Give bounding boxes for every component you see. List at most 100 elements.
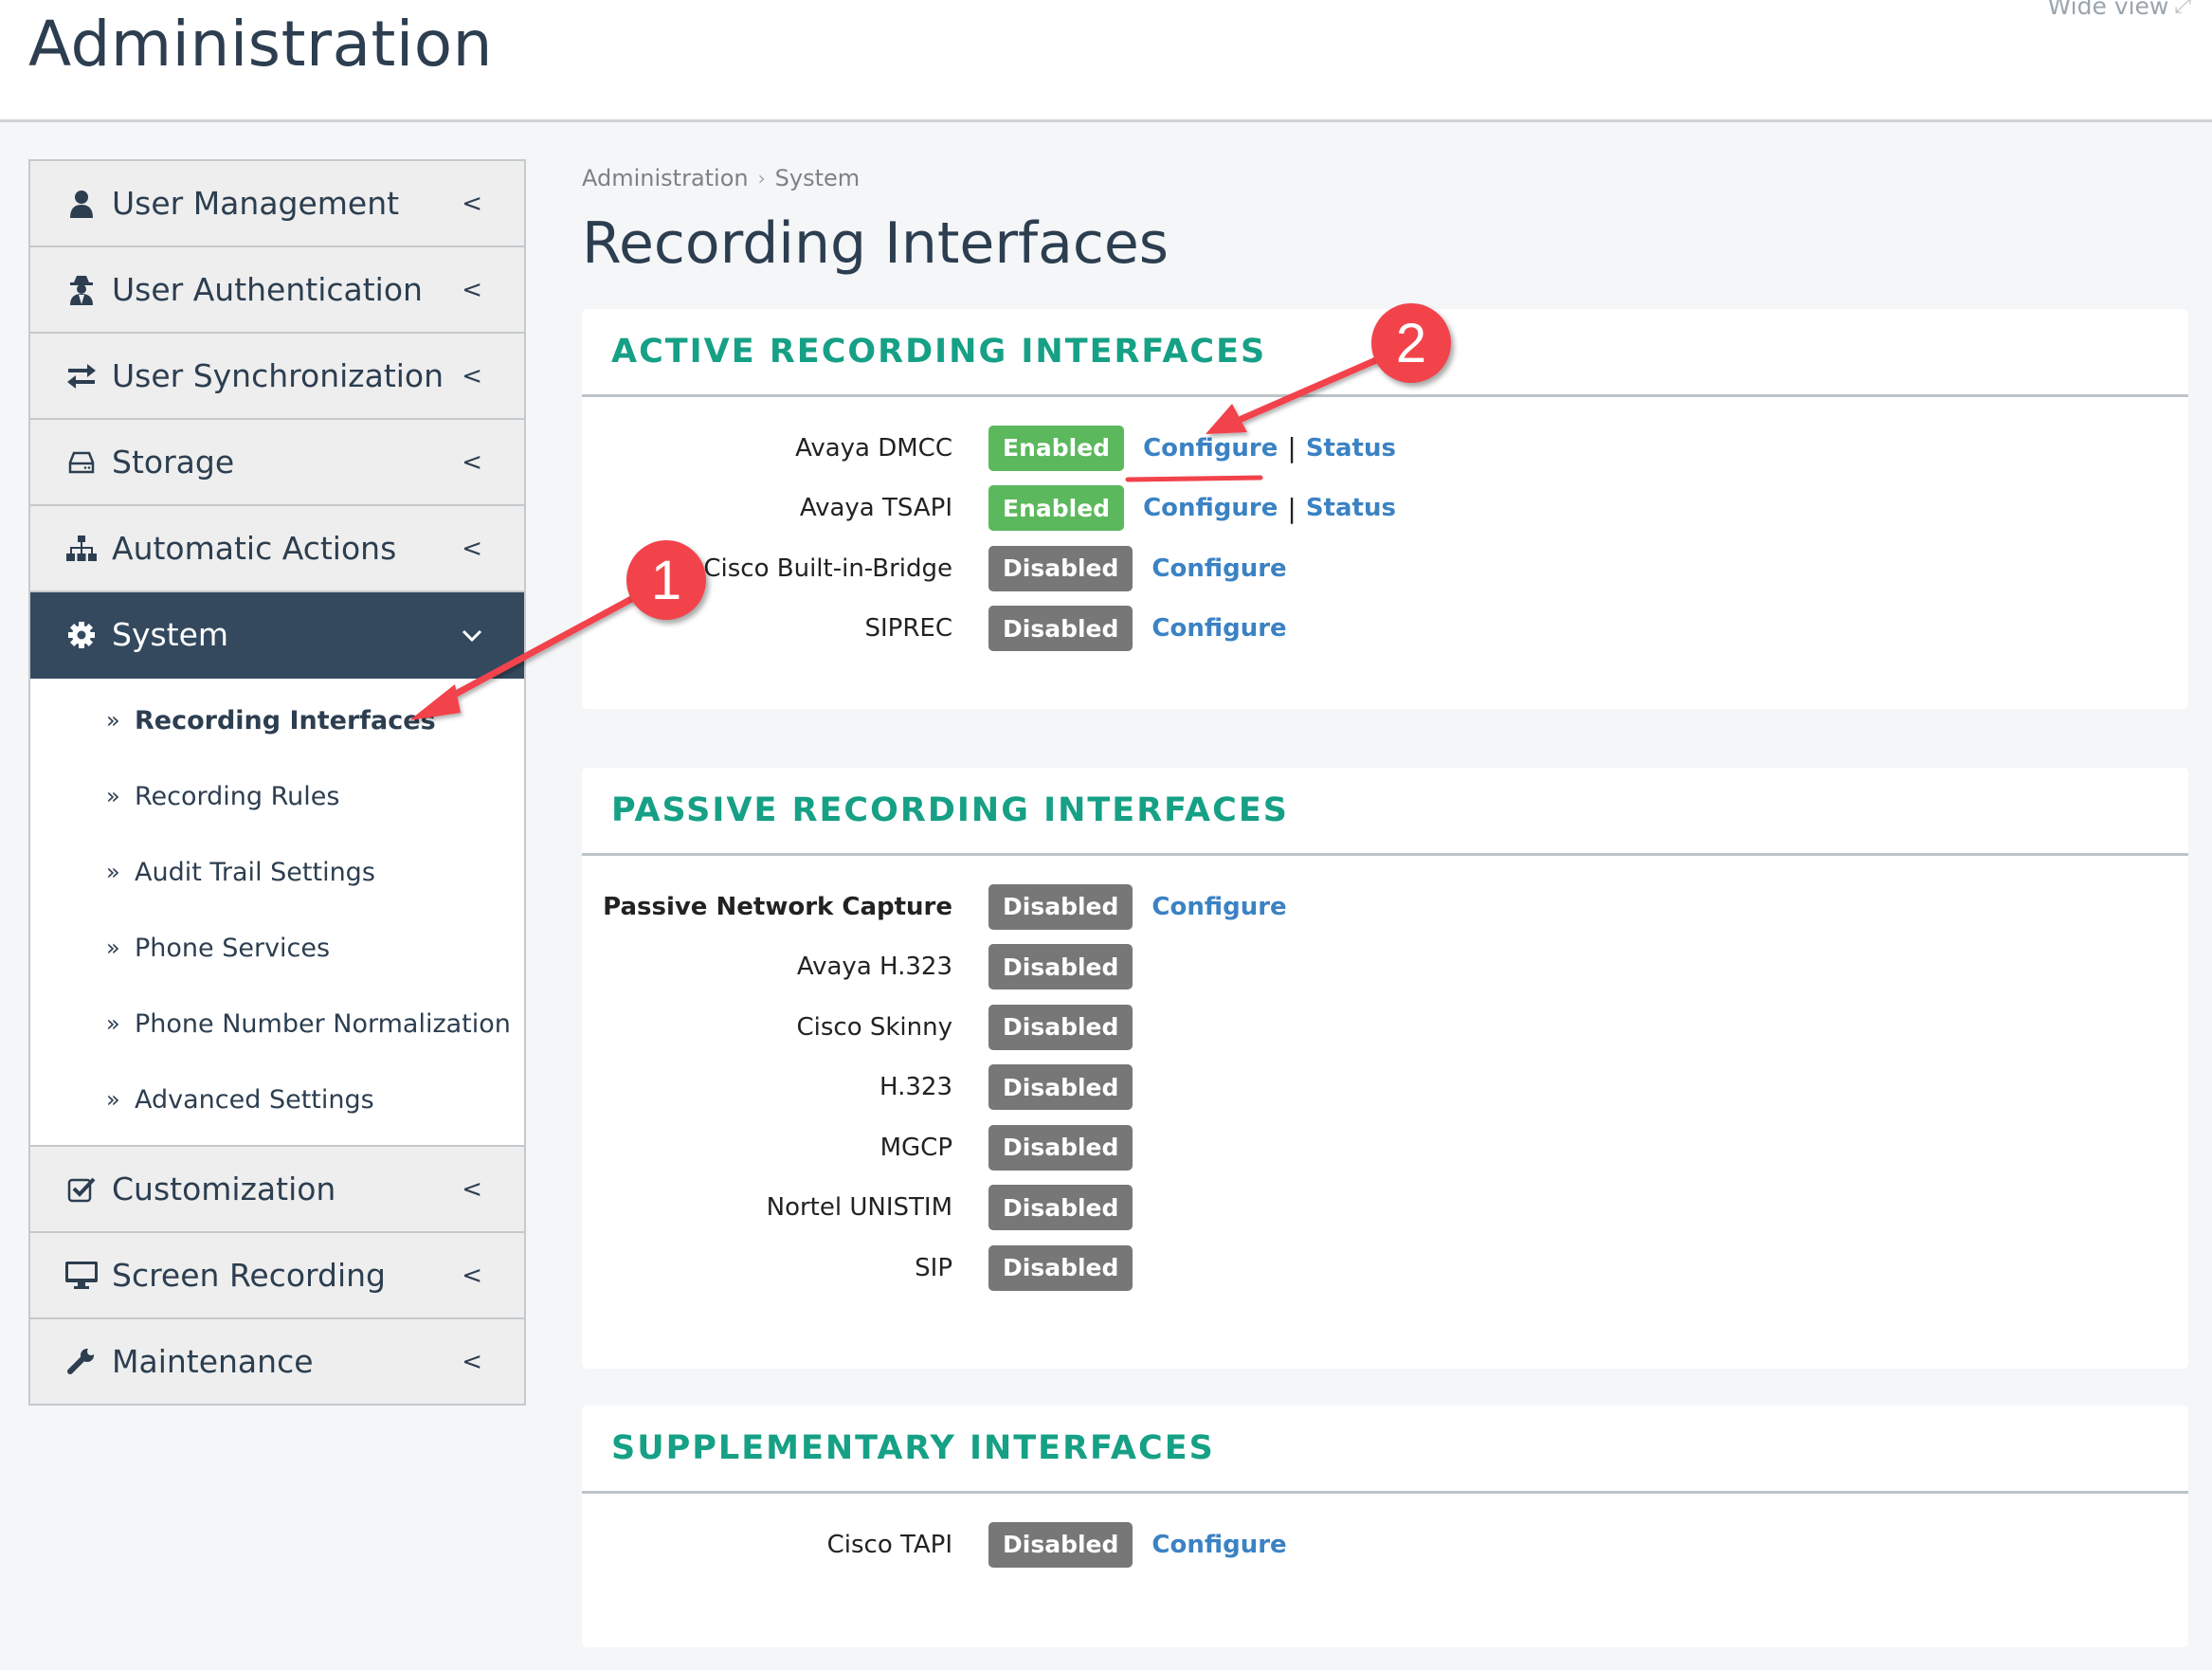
interface-name: Passive Network Capture — [603, 892, 952, 921]
status-link[interactable]: Status — [1306, 494, 1396, 522]
passive-interfaces-panel: PASSIVE RECORDING INTERFACES Passive Net… — [582, 768, 2188, 1369]
sidebar-item-system[interactable]: System — [30, 592, 524, 679]
configure-link[interactable]: Configure — [1151, 1531, 1286, 1559]
interface-name: Avaya TSAPI — [799, 494, 952, 523]
submenu-item-audit-trail-settings[interactable]: » Audit Trail Settings — [30, 834, 524, 910]
interface-row: SIPREC Disabled Configure — [582, 599, 2188, 660]
top-bar: Administration Wide view ⤢ — [0, 0, 2212, 122]
double-chevron-right-icon: » — [106, 1086, 120, 1113]
interface-row: Cisco Skinny Disabled — [582, 997, 2188, 1058]
status-badge: Disabled — [988, 1521, 1133, 1568]
hdd-icon — [63, 451, 100, 474]
app-title: Administration — [28, 8, 493, 81]
double-chevron-right-icon: » — [106, 935, 120, 961]
status-badge: Disabled — [988, 545, 1133, 591]
section-title: ACTIVE RECORDING INTERFACES — [611, 333, 1267, 371]
submenu-item-phone-services[interactable]: » Phone Services — [30, 910, 524, 986]
panel-header: PASSIVE RECORDING INTERFACES — [582, 768, 2188, 856]
chevron-left-icon: < — [462, 1347, 482, 1376]
interface-name: SIP — [915, 1253, 952, 1282]
sidebar-item-label: Automatic Actions — [112, 530, 397, 567]
chevron-left-icon: < — [462, 361, 482, 390]
configure-link[interactable]: Configure — [1151, 893, 1286, 921]
chevron-down-icon — [462, 621, 482, 649]
panel-header: SUPPLEMENTARY INTERFACES — [582, 1406, 2188, 1494]
breadcrumb-system[interactable]: System — [775, 165, 861, 191]
sidebar-item-maintenance[interactable]: Maintenance < — [30, 1319, 524, 1404]
double-chevron-right-icon: » — [106, 707, 120, 734]
system-submenu: » Recording Interfaces » Recording Rules… — [30, 679, 524, 1147]
interface-name: Avaya H.323 — [796, 953, 952, 982]
page-title: Recording Interfaces — [582, 210, 1169, 277]
link-separator: | — [1287, 492, 1296, 524]
interface-row: Cisco TAPI Disabled Configure — [582, 1515, 2188, 1575]
interface-row: Avaya DMCC Enabled Configure | Status — [582, 418, 2188, 479]
chevron-left-icon: < — [462, 275, 482, 304]
chevron-left-icon: < — [462, 1174, 482, 1204]
double-chevron-right-icon: » — [106, 1010, 120, 1037]
status-badge: Disabled — [988, 1124, 1133, 1171]
exchange-icon — [63, 363, 100, 389]
submenu-item-advanced-settings[interactable]: » Advanced Settings — [30, 1062, 524, 1137]
status-badge: Enabled — [988, 485, 1125, 532]
status-badge: Disabled — [988, 1004, 1133, 1050]
submenu-item-recording-rules[interactable]: » Recording Rules — [30, 758, 524, 834]
submenu-item-recording-interfaces[interactable]: » Recording Interfaces — [30, 682, 524, 758]
sidebar-item-label: User Management — [112, 185, 400, 222]
sidebar-item-user-synchronization[interactable]: User Synchronization < — [30, 334, 524, 420]
section-title: SUPPLEMENTARY INTERFACES — [611, 1429, 1215, 1467]
status-badge: Enabled — [988, 425, 1125, 471]
sidebar-item-automatic-actions[interactable]: Automatic Actions < — [30, 506, 524, 592]
wide-view-toggle[interactable]: Wide view ⤢ — [2048, 0, 2192, 20]
user-icon — [63, 190, 100, 218]
interface-row: Avaya H.323 Disabled — [582, 937, 2188, 998]
submenu-item-label: Advanced Settings — [135, 1084, 374, 1115]
status-badge: Disabled — [988, 1064, 1133, 1111]
sidebar-nav: User Management < User Authentication < … — [28, 159, 526, 1406]
submenu-item-label: Phone Services — [135, 933, 331, 963]
sidebar-item-label: User Authentication — [112, 271, 423, 308]
sidebar-item-label: User Synchronization — [112, 357, 444, 394]
submenu-item-label: Recording Interfaces — [135, 705, 436, 735]
interface-name: Cisco Skinny — [796, 1012, 952, 1042]
link-separator: | — [1287, 432, 1296, 464]
interface-row: Passive Network Capture Disabled Configu… — [582, 877, 2188, 937]
spy-icon — [63, 275, 100, 305]
interface-name: Avaya DMCC — [795, 433, 952, 463]
status-link[interactable]: Status — [1306, 434, 1396, 463]
annotation-callout-1: 1 — [626, 540, 706, 620]
sidebar-item-screen-recording[interactable]: Screen Recording < — [30, 1233, 524, 1319]
status-badge: Disabled — [988, 1244, 1133, 1291]
status-badge: Disabled — [988, 883, 1133, 930]
interface-name: H.323 — [879, 1073, 952, 1102]
chevron-left-icon: < — [462, 189, 482, 218]
interface-row: Nortel UNISTIM Disabled — [582, 1178, 2188, 1239]
sidebar-item-user-authentication[interactable]: User Authentication < — [30, 247, 524, 334]
wrench-icon — [63, 1347, 100, 1376]
desktop-icon — [63, 1261, 100, 1290]
breadcrumb: Administration › System — [582, 165, 860, 191]
sidebar-item-customization[interactable]: Customization < — [30, 1147, 524, 1233]
sidebar-item-label: Maintenance — [112, 1343, 314, 1380]
submenu-item-label: Recording Rules — [135, 781, 340, 811]
supplementary-interfaces-panel: SUPPLEMENTARY INTERFACES Cisco TAPI Disa… — [582, 1406, 2188, 1647]
interface-row: MGCP Disabled — [582, 1117, 2188, 1178]
wide-view-label: Wide view — [2047, 0, 2169, 20]
expand-icon: ⤢ — [2174, 0, 2191, 18]
configure-link[interactable]: Configure — [1151, 614, 1286, 643]
gear-icon — [63, 621, 100, 649]
sidebar-item-user-management[interactable]: User Management < — [30, 161, 524, 247]
submenu-item-phone-number-normalization[interactable]: » Phone Number Normalization — [30, 986, 524, 1062]
sidebar-item-storage[interactable]: Storage < — [30, 420, 524, 506]
check-square-icon — [63, 1176, 100, 1203]
breadcrumb-administration[interactable]: Administration — [582, 165, 749, 191]
sitemap-icon — [63, 535, 100, 562]
configure-link[interactable]: Configure — [1151, 554, 1286, 583]
status-badge: Disabled — [988, 1185, 1133, 1231]
submenu-item-label: Phone Number Normalization — [135, 1008, 511, 1039]
status-badge: Disabled — [988, 606, 1133, 652]
configure-link[interactable]: Configure — [1143, 494, 1278, 522]
interface-row: SIP Disabled — [582, 1238, 2188, 1298]
configure-link[interactable]: Configure — [1143, 434, 1278, 463]
interface-row: Cisco Built-in-Bridge Disabled Configure — [582, 538, 2188, 599]
